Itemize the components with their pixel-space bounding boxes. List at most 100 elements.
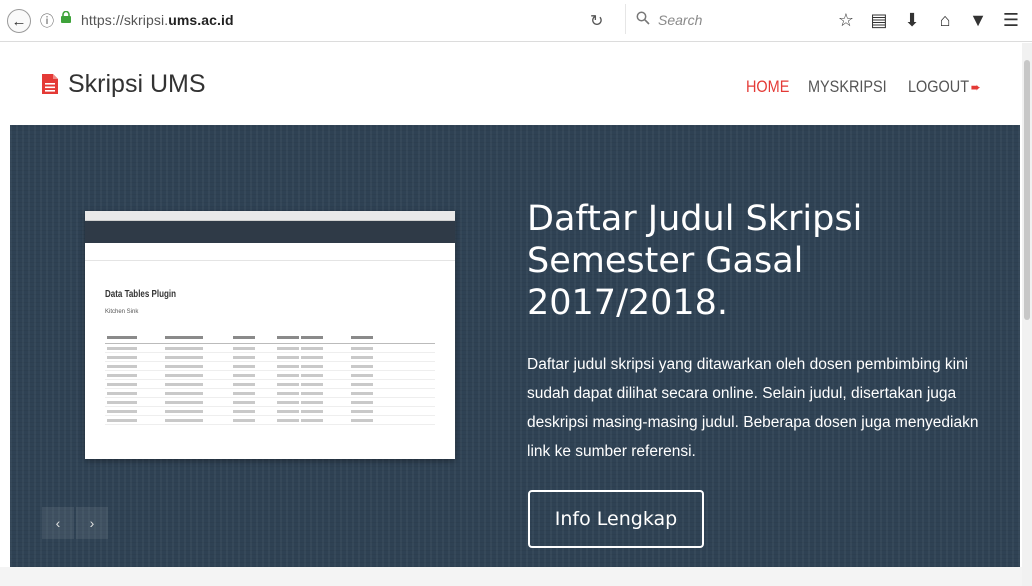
shot-cell [301,365,323,368]
info-lengkap-button[interactable]: Info Lengkap [528,490,704,548]
shot-cell [351,374,373,377]
bookmark-star-icon[interactable]: ☆ [836,9,856,31]
shot-cell [165,392,203,395]
address-bar[interactable]: https://skripsi.ums.ac.id [81,12,234,28]
site-header: Skripsi UMS HOME MYSKRIPSI LOGOUT ➨ [0,43,1032,125]
shot-cell [233,401,255,404]
document-icon [42,74,58,94]
menu-icon[interactable]: ☰ [1001,9,1021,31]
reload-icon[interactable]: ↻ [590,11,603,31]
carousel-next-icon[interactable]: › [76,507,108,539]
hero-description: Daftar judul skripsi yang ditawarkan ole… [527,356,979,460]
shot-cell [301,336,323,339]
shot-cell [233,356,255,359]
shot-cell [301,374,323,377]
shot-cell [351,419,373,422]
hero-screenshot-image: Data Tables Plugin Kitchen Sink [85,211,455,459]
scrollbar-thumb[interactable] [1024,60,1030,320]
shot-cell [165,374,203,377]
shot-cell [351,347,373,350]
shot-cell [165,419,203,422]
shot-cell [165,401,203,404]
search-icon [636,11,650,25]
main-nav: HOME MYSKRIPSI LOGOUT ➨ [746,77,994,97]
shot-cell [277,336,299,339]
home-icon[interactable]: ⌂ [935,9,955,31]
shot-title: Data Tables Plugin [105,289,176,300]
shot-cell [107,401,137,404]
shot-cell [107,374,137,377]
shot-cell [165,383,203,386]
shot-cell [107,365,137,368]
browser-toolbar: ← ⓘ https://skripsi.ums.ac.id ↻ Search ☆… [0,0,1032,42]
shot-cell [301,356,323,359]
shot-cell [277,392,299,395]
shot-cell [351,392,373,395]
shot-cell [351,401,373,404]
carousel-prev-icon[interactable]: ‹ [42,507,74,539]
info-icon[interactable]: ⓘ [40,11,54,31]
sign-out-icon: ➨ [970,79,981,95]
shot-cell [277,383,299,386]
shot-cell [233,419,255,422]
search-placeholder: Search [658,12,703,28]
shot-cell [233,336,255,339]
shot-cell [277,410,299,413]
shot-cell [165,365,203,368]
shot-cell [107,336,137,339]
nav-logout-label: LOGOUT [908,77,970,96]
shot-cell [107,383,137,386]
search-field[interactable]: Search [625,4,815,34]
page-section-strip [0,567,1022,586]
hero-title: Daftar Judul Skripsi Semester Gasal 2017… [527,199,863,323]
shot-cell [351,336,373,339]
shot-cell [233,410,255,413]
shot-cell [277,374,299,377]
shot-cell [233,374,255,377]
shot-menubar [85,243,455,261]
shot-cell [165,336,203,339]
shot-cell [233,383,255,386]
shot-cell [165,356,203,359]
shot-cell [277,347,299,350]
shot-navbar [85,221,455,243]
shot-cell [107,419,137,422]
nav-logout[interactable]: LOGOUT ➨ [908,77,981,97]
shot-cell [301,383,323,386]
pocket-icon[interactable]: ▼ [968,9,988,31]
download-icon[interactable]: ⬇ [902,9,922,31]
shot-cell [107,356,137,359]
shot-cell [233,365,255,368]
shot-cell [107,392,137,395]
back-arrow-icon[interactable]: ← [7,9,31,33]
reading-list-icon[interactable]: ▤ [869,9,889,31]
lock-icon[interactable] [60,11,72,23]
shot-cell [301,347,323,350]
nav-myskripsi[interactable]: MYSKRIPSI [808,77,887,97]
shot-cell [277,401,299,404]
shot-cell [351,410,373,413]
shot-cell [351,365,373,368]
shot-cell [107,410,137,413]
brand-name[interactable]: Skripsi UMS [68,70,206,99]
shot-cell [277,356,299,359]
shot-cell [301,392,323,395]
shot-cell [351,356,373,359]
url-domain: ums.ac.id [168,12,234,28]
shot-cell [301,419,323,422]
shot-cell [301,410,323,413]
url-prefix: https://skripsi. [81,12,169,28]
shot-subtitle: Kitchen Sink [105,309,139,315]
shot-cell [165,347,203,350]
shot-cell [351,383,373,386]
shot-cell [233,347,255,350]
shot-cell [165,410,203,413]
shot-table [105,333,435,425]
hero-carousel: Data Tables Plugin Kitchen Sink Daftar J… [10,125,1020,567]
nav-home[interactable]: HOME [746,77,789,97]
shot-cell [107,347,137,350]
shot-cell [277,365,299,368]
shot-browser-bar [85,211,455,221]
shot-cell [277,419,299,422]
shot-cell [233,392,255,395]
